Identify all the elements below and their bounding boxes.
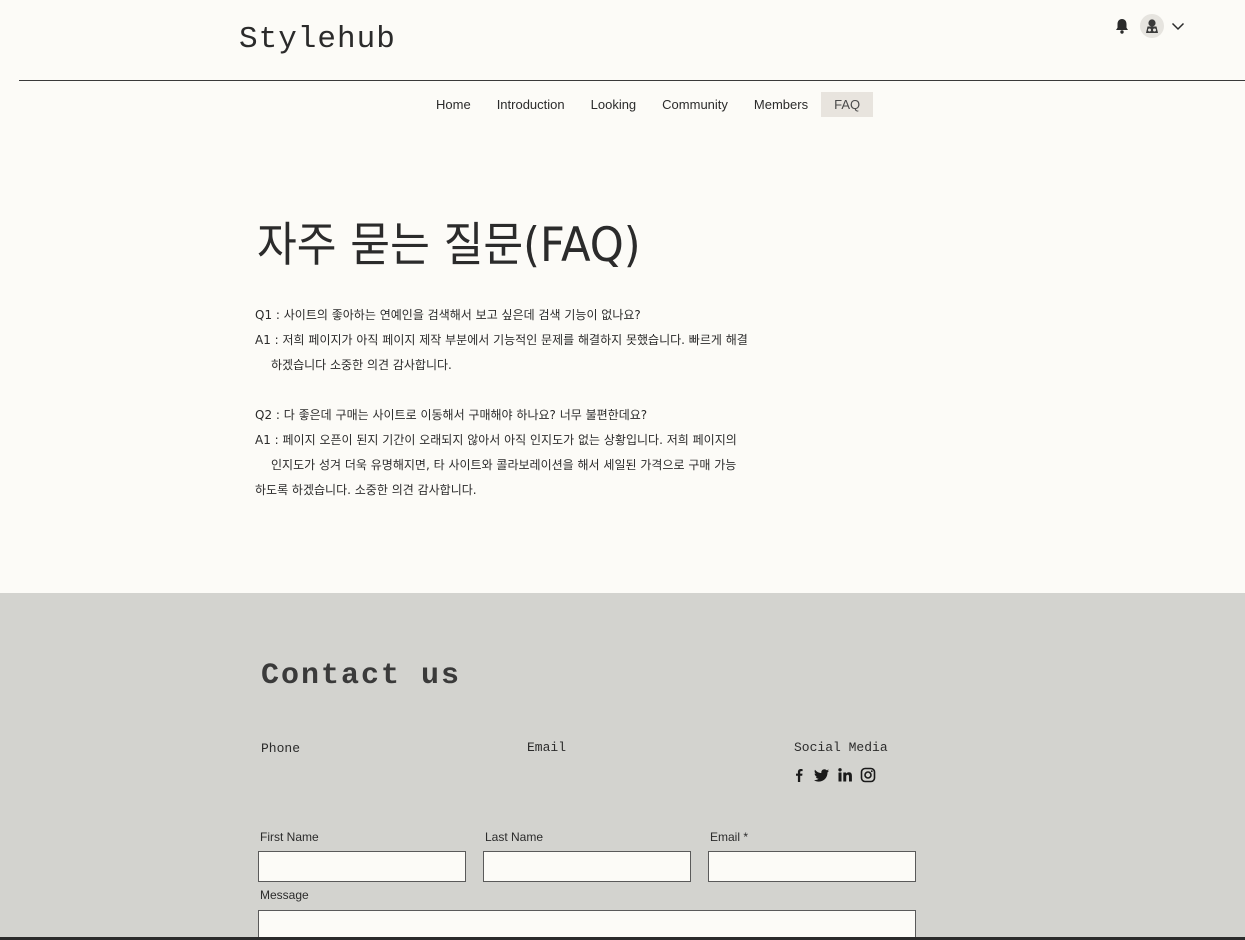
avatar[interactable] [1140,14,1164,38]
twitter-icon[interactable] [814,767,830,783]
faq-answer-1-cont: 하겠습니다 소중한 의견 감사합니다. [271,358,452,372]
faq-answer-1: A1 : 저희 페이지가 아직 페이지 제작 부분에서 기능적인 문제를 해결하… [255,333,748,347]
chevron-down-icon[interactable] [1168,16,1188,36]
faq-answer-2-end: 하도록 하겠습니다. 소중한 의견 감사합니다. [255,483,477,497]
site-logo[interactable]: Stylehub [239,22,396,57]
faq-spacer [255,378,815,403]
linkedin-icon[interactable] [837,767,853,783]
nav-item-community[interactable]: Community [649,92,741,117]
first-name-input[interactable] [258,851,466,882]
site-header: Stylehub [0,0,1245,81]
nav-item-introduction[interactable]: Introduction [484,92,578,117]
nav-item-looking[interactable]: Looking [578,92,650,117]
phone-label: Phone [261,741,301,756]
nav-item-home[interactable]: Home [423,92,484,117]
header-tools [1112,12,1188,40]
faq-answer-2: A1 : 페이지 오픈이 된지 기간이 오래되지 않아서 아직 인지도가 없는 … [255,433,737,447]
first-name-label: First Name [260,830,319,844]
main-nav: Home Introduction Looking Community Memb… [423,92,874,117]
contact-title: Contact us [261,659,462,693]
facebook-icon[interactable] [791,767,807,783]
message-label: Message [260,888,309,902]
email-field-label: Email * [710,830,749,844]
instagram-icon[interactable] [860,767,876,783]
faq-list: Q1 : 사이트의 좋아하는 연예인을 검색해서 보고 싶은데 검색 기능이 없… [255,303,815,503]
header-divider [19,80,1245,81]
last-name-input[interactable] [483,851,691,882]
contact-section: Contact us Phone Email Social Media Firs… [0,593,1245,940]
bell-icon[interactable] [1112,16,1132,36]
email-input[interactable] [708,851,916,882]
nav-item-members[interactable]: Members [741,92,821,117]
message-input[interactable] [258,910,916,940]
page-title: 자주 묻는 질문(FAQ) [257,218,641,273]
social-links [791,767,883,783]
last-name-label: Last Name [485,830,544,844]
social-media-label: Social Media [794,740,888,755]
email-label: Email [527,740,567,755]
faq-question-2: Q2 : 다 좋은데 구매는 사이트로 이동해서 구매해야 하나요? 너무 불편… [255,408,648,422]
nav-item-faq[interactable]: FAQ [821,92,874,117]
faq-question-1: Q1 : 사이트의 좋아하는 연예인을 검색해서 보고 싶은데 검색 기능이 없… [255,308,641,322]
faq-answer-2-cont: 인지도가 성겨 더욱 유명해지면, 타 사이트와 콜라보레이션을 해서 세일된 … [271,458,737,472]
